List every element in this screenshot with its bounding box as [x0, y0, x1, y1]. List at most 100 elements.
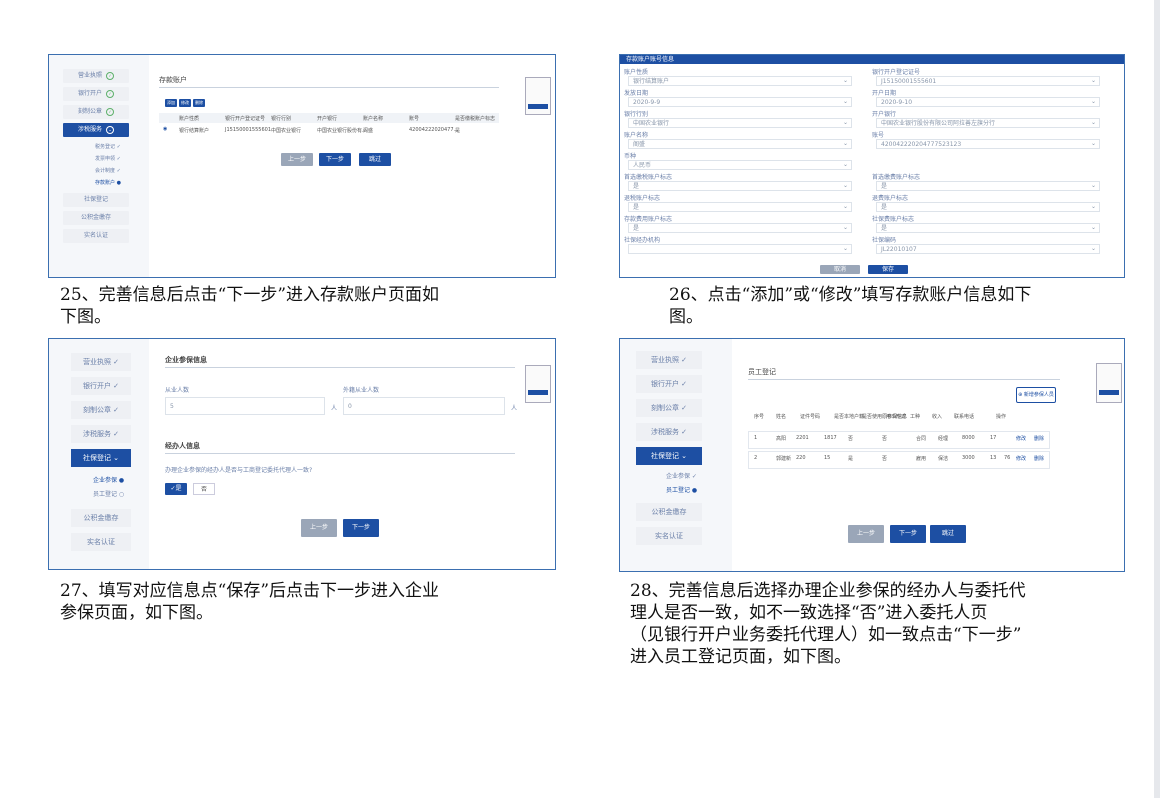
sidebar-item-seal[interactable]: 刻制公章 ✓	[71, 401, 131, 419]
prev-step-button[interactable]: 上一步	[848, 525, 884, 543]
next-step-button[interactable]: 下一步	[319, 153, 351, 166]
no-toggle[interactable]: 否	[193, 483, 215, 495]
caption-step-25: 25、完善信息后点击“下一步”进入存款账户页面如 下图。	[60, 285, 440, 327]
subitem-employee-registration[interactable]: 员工登记 ●	[666, 485, 697, 494]
field-label: 社保编码	[872, 237, 897, 244]
field-input[interactable]: J15150001555601 ⌄	[876, 76, 1100, 86]
field-input[interactable]: 是 ⌄	[628, 223, 852, 233]
field-input[interactable]: 是 ⌄	[876, 223, 1100, 233]
skip-button[interactable]: 跳过	[930, 525, 966, 543]
section-title-agent: 经办人信息	[165, 442, 200, 450]
chevron-down-icon: ⌄	[842, 77, 848, 84]
field-input[interactable]: ⌄	[628, 244, 852, 254]
sidebar-item-seal[interactable]: 刻制公章 ✓	[63, 105, 129, 119]
add-button[interactable]: 添加	[165, 99, 177, 107]
divider	[159, 87, 499, 88]
sidebar-item-housing-fund[interactable]: 公积金缴存	[63, 211, 129, 225]
sidebar-item-bank-account[interactable]: 银行开户 ✓	[63, 87, 129, 101]
subitem-enterprise-insurance[interactable]: 企业参保 ●	[93, 475, 124, 484]
check-icon: ✓	[106, 71, 114, 80]
edit-link[interactable]: 修改	[1016, 455, 1026, 462]
field-input[interactable]: 是 ⌄	[628, 202, 852, 212]
sidebar-item-tax[interactable]: 涉税服务 ⌄	[63, 123, 129, 137]
screenshot-deposit-account-list: 营业执照 ✓ 银行开户 ✓ 刻制公章 ✓ 涉税服务 ⌄ 税务登记 ✓ 发票申领 ✓ 会计…	[48, 54, 556, 278]
edit-button[interactable]: 修改	[179, 99, 191, 107]
table-header: 账户性质 银行开户登记证号 银行行别 开户银行 账户名称 账号 是否缴税账户标志	[159, 113, 499, 123]
screenshot-enterprise-insurance: 营业执照 ✓ 银行开户 ✓ 刻制公章 ✓ 涉税服务 ✓ 社保登记 ⌄ 企业参保 …	[48, 338, 556, 570]
cancel-button[interactable]: 取消	[820, 265, 860, 274]
yes-toggle[interactable]: ✓是	[165, 483, 187, 495]
sidebar-item-housing-fund[interactable]: 公积金缴存	[71, 509, 131, 527]
chevron-down-icon: ⌄	[842, 224, 848, 231]
preview-thumbnail[interactable]	[1096, 363, 1122, 403]
field-input[interactable]: JL22010107 ⌄	[876, 244, 1100, 254]
subitem-invoice[interactable]: 发票申领 ✓	[95, 155, 121, 162]
chevron-down-icon: ⌄	[842, 119, 848, 126]
delete-button[interactable]: 删除	[193, 99, 205, 107]
preview-thumbnail[interactable]	[525, 77, 551, 115]
unit-label: 人	[511, 405, 518, 412]
sidebar-item-real-name[interactable]: 实名认证	[636, 527, 702, 545]
field-label: 发放日期	[624, 90, 649, 97]
skip-button[interactable]: 跳过	[359, 153, 391, 166]
sidebar-item-tax[interactable]: 涉税服务 ✓	[71, 425, 131, 443]
sidebar-item-business-license[interactable]: 营业执照 ✓	[63, 69, 129, 83]
sidebar-item-social-security[interactable]: 社保登记	[63, 193, 129, 207]
sidebar-item-real-name[interactable]: 实名认证	[63, 229, 129, 243]
employees-input[interactable]: 5	[165, 397, 325, 415]
radio-selected-icon[interactable]: ◉	[163, 126, 167, 132]
edit-link[interactable]: 修改	[1016, 435, 1026, 442]
field-label: 开户银行	[872, 111, 897, 118]
field-input[interactable]: 银行结算账户 ⌄	[628, 76, 852, 86]
sidebar-item-housing-fund[interactable]: 公积金缴存	[636, 503, 702, 521]
sidebar-item-social-security[interactable]: 社保登记 ⌄	[636, 447, 702, 465]
field-label: 银行行别	[624, 111, 649, 118]
field-input[interactable]: 是 ⌄	[876, 202, 1100, 212]
sidebar-item-bank-account[interactable]: 银行开户 ✓	[636, 375, 702, 393]
table-row[interactable]: ◉ 银行结算账户 J15150001555601 中国农业银行 中国农业银行股份…	[159, 125, 499, 135]
screenshot-deposit-account-form: 存款账户账号信息 账户性质 银行结算账户 ⌄ 银行开户登记证号 J15150001555…	[619, 54, 1125, 278]
save-button[interactable]: 保存	[868, 265, 908, 274]
chevron-down-icon: ⌄	[1090, 224, 1096, 231]
field-input[interactable]: 是 ⌄	[628, 181, 852, 191]
chevron-down-icon: ⌄	[1090, 119, 1096, 126]
field-input[interactable]: 中国农业银行股份有限公司阿拉善左旗分行 ⌄	[876, 118, 1100, 128]
chevron-down-icon: ⌄	[1090, 140, 1096, 147]
sidebar-item-business-license[interactable]: 营业执照 ✓	[71, 353, 131, 371]
delete-link[interactable]: 删除	[1034, 435, 1044, 442]
field-input[interactable]: 中国农业银行 ⌄	[628, 118, 852, 128]
subitem-employee-registration[interactable]: 员工登记 ○	[93, 489, 124, 498]
chevron-down-icon: ⌄	[842, 182, 848, 189]
sidebar-item-tax[interactable]: 涉税服务 ✓	[636, 423, 702, 441]
preview-thumbnail[interactable]	[525, 365, 551, 403]
foreign-employees-label: 外籍从业人数	[343, 387, 380, 394]
chevron-down-icon: ⌄	[106, 125, 114, 134]
sidebar-item-bank-account[interactable]: 银行开户 ✓	[71, 377, 131, 395]
add-insured-button[interactable]: ⊕ 新增参保人员	[1016, 387, 1056, 403]
field-input[interactable]: 是 ⌄	[876, 181, 1100, 191]
subitem-deposit-account[interactable]: 存款账户 ●	[95, 179, 121, 186]
field-input[interactable]: 阁盛 ⌄	[628, 139, 852, 149]
sidebar-item-social-security[interactable]: 社保登记 ⌄	[71, 449, 131, 467]
field-input[interactable]: 人民币 ⌄	[628, 160, 852, 170]
sidebar-item-seal[interactable]: 刻制公章 ✓	[636, 399, 702, 417]
field-input[interactable]: 2020-9-10 ⌄	[876, 97, 1100, 107]
field-input[interactable]: 2020-9-9 ⌄	[628, 97, 852, 107]
sidebar-item-business-license[interactable]: 营业执照 ✓	[636, 351, 702, 369]
subitem-accounting[interactable]: 会计制度 ✓	[95, 167, 121, 174]
plus-circle-icon: ⊕	[1018, 392, 1023, 398]
field-input[interactable]: 420042220204777523123 ⌄	[876, 139, 1100, 149]
foreign-employees-input[interactable]: 0	[343, 397, 505, 415]
next-step-button[interactable]: 下一步	[890, 525, 926, 543]
subitem-tax-registration[interactable]: 税务登记 ✓	[95, 143, 121, 150]
next-step-button[interactable]: 下一步	[343, 519, 379, 537]
sidebar-item-real-name[interactable]: 实名认证	[71, 533, 131, 551]
delete-link[interactable]: 删除	[1034, 455, 1044, 462]
prev-step-button[interactable]: 上一步	[281, 153, 313, 166]
subitem-enterprise-insurance[interactable]: 企业参保 ✓	[666, 471, 697, 480]
prev-step-button[interactable]: 上一步	[301, 519, 337, 537]
chevron-down-icon: ⌄	[1090, 245, 1096, 252]
agent-question: 办理企业参保的经办人是否与工商登记委托代理人一致?	[165, 467, 313, 474]
chevron-down-icon: ⌄	[842, 161, 848, 168]
scrollbar[interactable]	[1154, 0, 1160, 798]
